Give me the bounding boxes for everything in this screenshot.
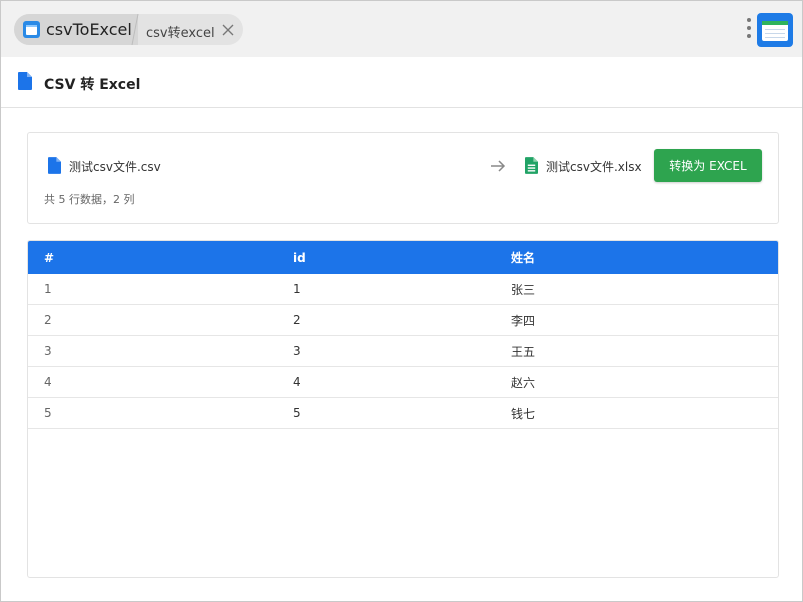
page-title: CSV 转 Excel <box>44 77 141 93</box>
target-file-name: 测试csv文件.xlsx <box>546 160 642 174</box>
convert-to-excel-button[interactable]: 转换为 EXCEL <box>654 149 762 182</box>
cell-name: 张三 <box>495 274 778 305</box>
cell-id: 4 <box>277 366 495 398</box>
table-row: 4 4 赵六 <box>28 366 778 398</box>
tab-title[interactable]: csv转excel <box>146 22 215 41</box>
table-header-row: # id 姓名 <box>28 241 778 274</box>
column-header-name: 姓名 <box>511 251 536 265</box>
cell-id: 2 <box>277 304 495 336</box>
row-index: 3 <box>28 335 277 367</box>
cell-name: 李四 <box>495 304 778 336</box>
table-row: 3 3 王五 <box>28 335 778 367</box>
table-row: 2 2 李四 <box>28 304 778 336</box>
cell-name: 钱七 <box>495 397 778 429</box>
row-index: 4 <box>28 366 277 398</box>
page-header: CSV 转 Excel <box>1 57 802 108</box>
table-row: 1 1 张三 <box>28 274 778 305</box>
app-window: csvToExcel csv转excel CSV 转 Excel 测试csv文件… <box>0 0 803 602</box>
conversion-card: 测试csv文件.csv 共 5 行数据，2 列 测试csv文件.xlsx 转换为… <box>27 132 779 224</box>
cell-id: 1 <box>277 274 495 305</box>
row-index: 5 <box>28 397 277 429</box>
cell-id: 5 <box>277 397 495 429</box>
extension-icon[interactable] <box>757 13 793 47</box>
row-index: 1 <box>28 274 277 305</box>
title-bar: csvToExcel csv转excel <box>1 1 802 57</box>
more-vert-icon[interactable] <box>746 18 752 42</box>
column-header-id: id <box>293 250 306 265</box>
close-icon[interactable] <box>221 23 235 37</box>
spreadsheet-icon <box>525 157 538 174</box>
column-header-index: # <box>44 250 55 265</box>
cell-name: 王五 <box>495 335 778 367</box>
document-icon <box>18 72 32 90</box>
document-icon <box>48 157 61 174</box>
cell-id: 3 <box>277 335 495 367</box>
source-file-name: 测试csv文件.csv <box>69 160 161 174</box>
data-summary: 共 5 行数据，2 列 <box>44 193 135 206</box>
data-table: # id 姓名 1 1 张三 2 2 李四 3 3 王五 4 4 赵六 5 5 … <box>27 240 779 578</box>
table-row: 5 5 钱七 <box>28 397 778 429</box>
app-name[interactable]: csvToExcel <box>46 20 132 39</box>
row-index: 2 <box>28 304 277 336</box>
cell-name: 赵六 <box>495 366 778 398</box>
app-icon <box>23 21 40 38</box>
arrow-right-icon <box>491 160 506 172</box>
